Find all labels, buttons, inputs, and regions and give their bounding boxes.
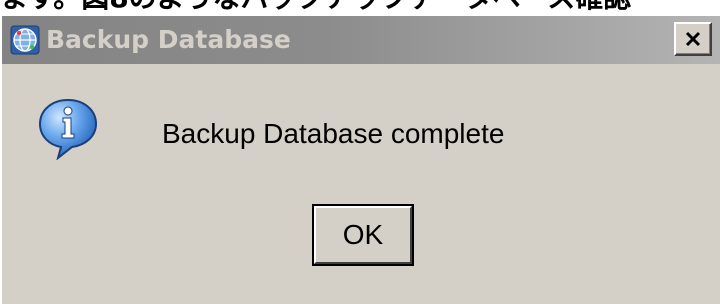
- close-button[interactable]: [674, 22, 712, 56]
- dialog-message: Backup Database complete: [162, 118, 505, 149]
- info-speech-bubble-icon: [38, 98, 98, 160]
- dialog-title: Backup Database: [46, 25, 291, 54]
- ok-button[interactable]: OK: [312, 204, 414, 266]
- dialog-titlebar[interactable]: Backup Database: [2, 16, 720, 64]
- network-globe-icon: [10, 25, 40, 55]
- close-icon: [685, 31, 701, 47]
- screen: ます。図8のようなバックアップデータベース確認 Backup Database: [0, 0, 720, 304]
- ok-button-label: OK: [342, 219, 384, 250]
- backup-dialog: Backup Database Backup Database complete…: [0, 14, 720, 304]
- background-document-text: ます。図8のようなバックアップデータベース確認: [0, 0, 631, 14]
- background-document-strip: ます。図8のようなバックアップデータベース確認: [0, 0, 720, 14]
